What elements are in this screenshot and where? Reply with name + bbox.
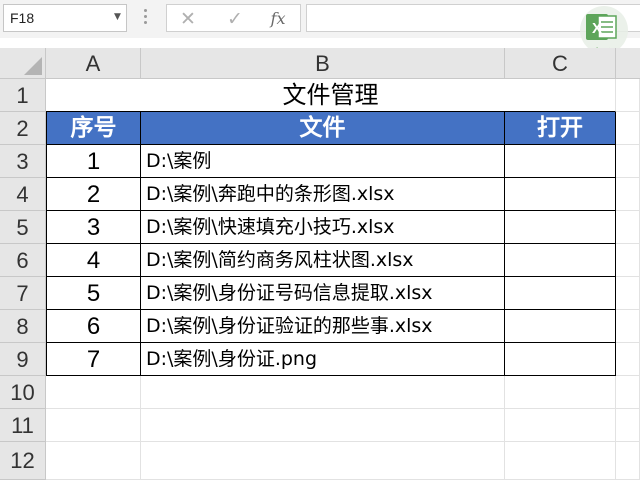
row-header[interactable]: 6: [0, 244, 46, 277]
cell[interactable]: [46, 376, 141, 409]
formula-bar: F18 ▼ ✕ ✓ fx: [0, 0, 640, 38]
cell[interactable]: [616, 409, 640, 442]
cell[interactable]: [141, 409, 505, 442]
record-open-cell[interactable]: [505, 277, 616, 310]
record-number-cell[interactable]: 1: [46, 145, 141, 178]
table-header-cell[interactable]: 打开: [505, 112, 616, 145]
cancel-icon[interactable]: ✕: [175, 8, 201, 30]
record-file-cell[interactable]: D:\案例: [141, 145, 505, 178]
record-open-cell[interactable]: [505, 145, 616, 178]
cell[interactable]: [616, 211, 640, 244]
row-header[interactable]: 1: [0, 79, 46, 112]
cell[interactable]: [505, 409, 616, 442]
record-number-cell[interactable]: 4: [46, 244, 141, 277]
cell[interactable]: [505, 442, 616, 480]
check-icon[interactable]: ✓: [222, 8, 248, 30]
chevron-down-icon[interactable]: ▼: [114, 12, 121, 22]
name-box-value: F18: [10, 10, 35, 26]
record-number-cell[interactable]: 3: [46, 211, 141, 244]
record-number-cell[interactable]: 5: [46, 277, 141, 310]
row-header[interactable]: 4: [0, 178, 46, 211]
row-header[interactable]: 2: [0, 112, 46, 145]
record-open-cell[interactable]: [505, 343, 616, 376]
name-box[interactable]: F18 ▼: [3, 4, 127, 32]
select-all-button[interactable]: [0, 48, 46, 79]
row-header[interactable]: 8: [0, 310, 46, 343]
cell[interactable]: [46, 409, 141, 442]
row-header[interactable]: 10: [0, 376, 46, 409]
cell[interactable]: [616, 442, 640, 480]
cell[interactable]: [616, 343, 640, 376]
cell[interactable]: [616, 79, 640, 112]
record-number-cell[interactable]: 2: [46, 178, 141, 211]
row-header[interactable]: 9: [0, 343, 46, 376]
cell[interactable]: [616, 145, 640, 178]
column-header-b[interactable]: B: [141, 48, 505, 79]
record-file-cell[interactable]: D:\案例\身份证.png: [141, 343, 505, 376]
cell[interactable]: [46, 442, 141, 480]
column-header-c[interactable]: C: [505, 48, 616, 79]
row-header[interactable]: 3: [0, 145, 46, 178]
formula-buttons: ✕ ✓ fx: [166, 4, 301, 32]
row-header[interactable]: 11: [0, 409, 46, 442]
cell[interactable]: [616, 310, 640, 343]
record-open-cell[interactable]: [505, 310, 616, 343]
record-file-cell[interactable]: D:\案例\简约商务风柱状图.xlsx: [141, 244, 505, 277]
cell[interactable]: [616, 112, 640, 145]
spreadsheet-grid[interactable]: A B C 1 文件管理 2 序号 文件 打开 3 1 D:\案例 4 2 D:\案例\奔跑中的条形图…: [0, 48, 640, 480]
table-header-cell[interactable]: 序号: [46, 112, 141, 145]
cell[interactable]: [141, 376, 505, 409]
record-number-cell[interactable]: 7: [46, 343, 141, 376]
record-open-cell[interactable]: [505, 211, 616, 244]
record-number-cell[interactable]: 6: [46, 310, 141, 343]
record-open-cell[interactable]: [505, 178, 616, 211]
cell[interactable]: [616, 376, 640, 409]
row-header[interactable]: 5: [0, 211, 46, 244]
cell[interactable]: [616, 244, 640, 277]
cell[interactable]: [616, 277, 640, 310]
drag-handle-icon[interactable]: [143, 9, 149, 29]
column-header-a[interactable]: A: [46, 48, 141, 79]
record-file-cell[interactable]: D:\案例\快速填充小技巧.xlsx: [141, 211, 505, 244]
record-file-cell[interactable]: D:\案例\身份证验证的那些事.xlsx: [141, 310, 505, 343]
record-file-cell[interactable]: D:\案例\奔跑中的条形图.xlsx: [141, 178, 505, 211]
cell[interactable]: [141, 442, 505, 480]
table-header-cell[interactable]: 文件: [141, 112, 505, 145]
record-open-cell[interactable]: [505, 244, 616, 277]
record-file-cell[interactable]: D:\案例\身份证号码信息提取.xlsx: [141, 277, 505, 310]
cell[interactable]: [616, 178, 640, 211]
row-header[interactable]: 7: [0, 277, 46, 310]
insert-function-button[interactable]: fx: [265, 8, 291, 30]
cell[interactable]: [505, 376, 616, 409]
row-header[interactable]: 12: [0, 442, 46, 480]
column-header-d[interactable]: [616, 48, 640, 79]
table-title[interactable]: 文件管理: [46, 79, 616, 112]
svg-text:X: X: [592, 20, 602, 37]
